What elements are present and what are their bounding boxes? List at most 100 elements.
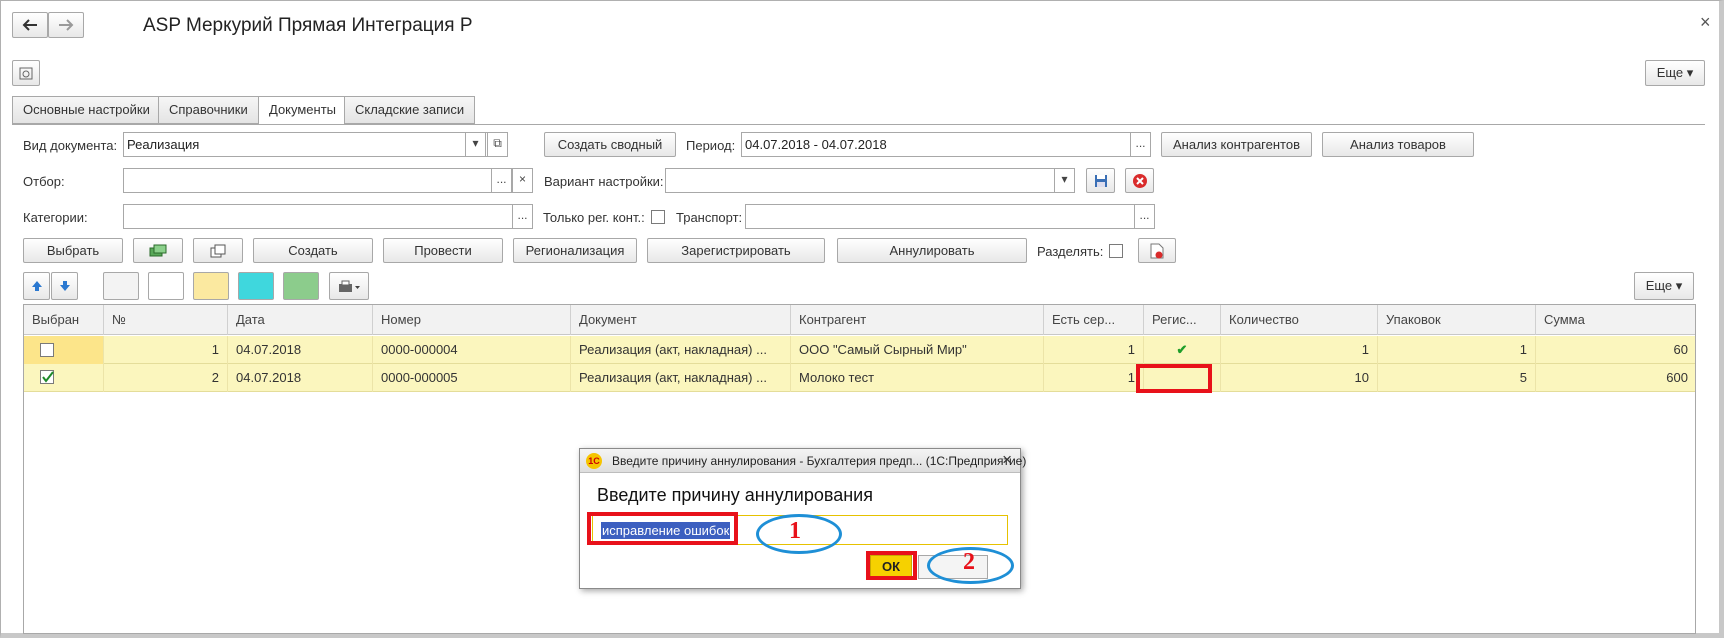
row-quantity: 10 [1221,364,1378,392]
col-contractor[interactable]: Контрагент [791,305,1044,335]
setting-variant-dropdown-button[interactable]: ▾ [1054,169,1074,192]
analyze-goods-button[interactable]: Анализ товаров [1322,132,1474,157]
selection-label: Отбор: [23,174,65,189]
regionalize-button[interactable]: Регионализация [513,238,637,263]
col-has-series[interactable]: Есть сер... [1044,305,1144,335]
only-reg-label: Только рег. конт.: [543,210,645,225]
setting-variant-field[interactable]: ▾ [665,168,1075,193]
transport-select-button[interactable]: ... [1134,205,1154,228]
arrow-up-icon [31,281,42,291]
gear-icon [19,67,33,80]
table-row[interactable]: 1 04.07.2018 0000-000004 Реализация (акт… [24,336,1695,364]
post-button[interactable]: Провести [383,238,503,263]
row-sum: 60 [1673,342,1688,357]
doc-type-open-button[interactable]: ⧉ [487,133,507,156]
col-doc-number[interactable]: Номер [373,305,571,335]
analyze-contractors-button[interactable]: Анализ контрагентов [1161,132,1312,157]
tab-main-settings[interactable]: Основные настройки [12,96,161,124]
categories-select-button[interactable]: ... [512,205,532,228]
annotation-label-2: 2 [963,549,975,575]
print-button[interactable] [329,272,369,300]
annul-button[interactable]: Аннулировать [837,238,1027,263]
row-contractor: ООО "Самый Сырный Мир" [791,336,1044,364]
annotation-highlight-ok [866,551,917,580]
copy-icon [210,244,226,258]
transport-field[interactable]: ... [745,204,1155,229]
selection-field[interactable]: ... × [123,168,533,193]
row-packs: 1 [1378,336,1536,364]
delete-file-icon [1150,243,1164,259]
row-checkbox-checked[interactable] [40,370,54,384]
doc-type-field[interactable]: Реализация ▾ ⧉ [123,132,508,157]
back-button[interactable] [12,12,48,38]
doc-type-value: Реализация [127,137,200,152]
create-summary-button[interactable]: Создать сводный [544,132,676,157]
color-yellow-button[interactable] [193,272,229,300]
create-button[interactable]: Создать [253,238,373,263]
color-green-button[interactable] [283,272,319,300]
categories-field[interactable]: ... [123,204,533,229]
delete-icon [1132,174,1147,188]
close-window-icon[interactable]: × [1700,12,1711,33]
color-cyan-button[interactable] [238,272,274,300]
row-select-cell[interactable] [24,364,104,392]
arrow-left-icon [22,19,37,31]
row-quantity: 1 [1221,336,1378,364]
copy-money-button[interactable] [133,238,183,263]
dialog-heading: Введите причину аннулирования [597,485,873,505]
tab-warehouse-records[interactable]: Складские записи [344,96,476,124]
tab-directories[interactable]: Справочники [158,96,259,124]
row-document: Реализация (акт, накладная) ... [571,364,791,392]
copy-button[interactable] [193,238,243,263]
printer-icon [339,280,360,292]
move-down-button[interactable] [51,272,78,300]
settings-button[interactable] [12,60,40,86]
period-select-button[interactable]: ... [1130,133,1150,156]
dialog-close-icon[interactable]: × [1002,450,1012,470]
doc-type-dropdown-button[interactable]: ▾ [465,133,486,156]
col-registered[interactable]: Регис... [1144,305,1221,335]
delete-variant-button[interactable] [1125,168,1154,193]
row-n: 1 [104,336,228,364]
col-packs[interactable]: Упаковок [1378,305,1536,335]
money-copy-icon [149,244,167,257]
annotation-label-1: 1 [789,518,801,544]
row-has-series: 1 [1044,364,1144,392]
arrow-right-icon [59,19,74,31]
row-select-cell[interactable] [24,336,104,364]
more-button-top[interactable]: Еще ▾ [1645,60,1705,86]
row-date: 04.07.2018 [228,336,373,364]
table-header: Выбран № Дата Номер Документ Контрагент … [24,305,1695,335]
annotation-highlight-registered [1136,364,1212,393]
col-selected[interactable]: Выбран [24,305,104,335]
forward-button[interactable] [48,12,84,38]
col-sum[interactable]: Сумма [1536,305,1696,335]
selection-select-button[interactable]: ... [491,169,512,192]
1c-logo-icon: 1С [586,453,602,469]
color-white-gray-button[interactable] [103,272,139,300]
row-date: 04.07.2018 [228,364,373,392]
col-number[interactable]: № [104,305,228,335]
window-title: ASP Меркурий Прямая Интеграция Р [143,15,473,36]
categories-label: Категории: [23,210,88,225]
pdf-delete-button[interactable] [1138,238,1176,263]
split-checkbox[interactable] [1109,244,1123,258]
col-document[interactable]: Документ [571,305,791,335]
table-row[interactable]: 2 04.07.2018 0000-000005 Реализация (акт… [24,364,1695,392]
selection-clear-button[interactable]: × [512,169,532,192]
color-white-button[interactable] [148,272,184,300]
select-button[interactable]: Выбрать [23,238,123,263]
split-label: Разделять: [1037,244,1104,259]
save-variant-button[interactable] [1086,168,1115,193]
only-reg-checkbox[interactable] [651,210,665,224]
period-field[interactable]: 04.07.2018 - 04.07.2018 ... [741,132,1151,157]
register-button[interactable]: Зарегистрировать [647,238,825,263]
tab-documents[interactable]: Документы [258,96,348,125]
save-icon [1094,175,1107,187]
move-up-button[interactable] [23,272,50,300]
annotation-highlight-reason-value [587,512,738,545]
col-quantity[interactable]: Количество [1221,305,1378,335]
more-button-grid[interactable]: Еще ▾ [1634,272,1694,300]
col-date[interactable]: Дата [228,305,373,335]
row-checkbox[interactable] [40,343,54,357]
